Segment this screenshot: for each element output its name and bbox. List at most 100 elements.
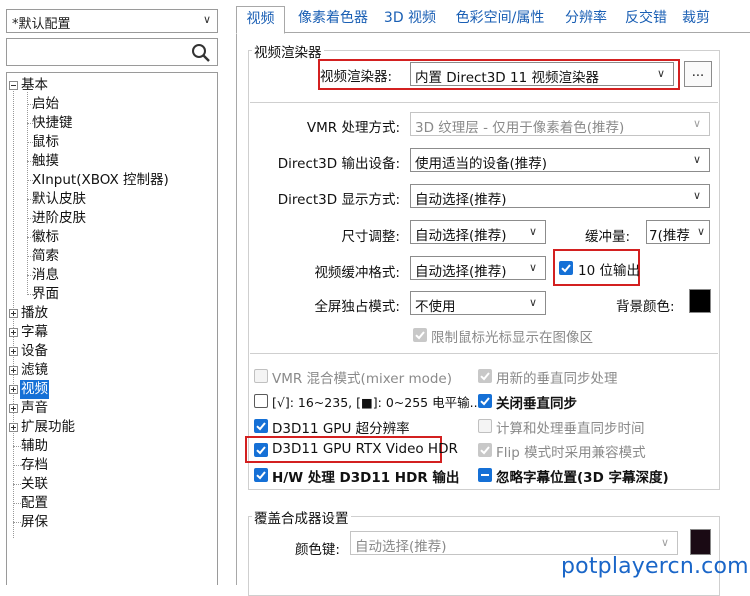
ignore-sub-checkbox[interactable] [478, 468, 492, 482]
buffer-dropdown[interactable]: 7(推荐 ∨ [646, 220, 710, 244]
tree-item-advanced-skin[interactable]: 进阶皮肤 [7, 209, 217, 228]
tree-item-search[interactable]: 简索 [7, 247, 217, 266]
overlay-group-title: 覆盖合成器设置 [252, 507, 351, 527]
tree-item-hotkeys[interactable]: 快捷键 [7, 114, 217, 133]
tab-deinterlace[interactable]: 反交错 [620, 6, 672, 33]
new-vsync-checkbox[interactable] [478, 369, 492, 387]
tree-item-touch[interactable]: 触摸 [7, 152, 217, 171]
resize-label: 尺寸调整: [341, 229, 400, 245]
tree-item-startup[interactable]: 启始 [7, 95, 217, 114]
tab-colorspace[interactable]: 色彩空间/属性 [448, 6, 552, 33]
tree-item-xinput[interactable]: XInput(XBOX 控制器) [7, 171, 217, 190]
tree-item-playback[interactable]: 播放 [7, 304, 217, 323]
tree-item-config[interactable]: 配置 [7, 494, 217, 513]
tree-item-logo[interactable]: 徽标 [7, 228, 217, 247]
tree-item-mouse[interactable]: 鼠标 [7, 133, 217, 152]
d3d-device-dropdown[interactable]: 使用适当的设备(推荐) ∨ [410, 148, 710, 172]
tab-video[interactable]: 视频 [236, 6, 285, 34]
tree-item-devices[interactable]: 设备 [7, 342, 217, 361]
settings-search-input[interactable] [6, 38, 218, 66]
tab-resolution[interactable]: 分辨率 [560, 6, 612, 33]
expand-icon[interactable] [9, 309, 18, 318]
tree-item-interface[interactable]: 界面 [7, 285, 217, 304]
limit-cursor-checkbox[interactable] [413, 328, 427, 346]
checkbox-checked-icon [413, 328, 427, 342]
tab-3d-video[interactable]: 3D 视频 [382, 6, 438, 33]
rtx-hdr-checkbox[interactable] [254, 443, 268, 461]
fullscreen-dropdown[interactable]: 不使用 ∨ [410, 291, 546, 315]
buffer-format-value: 自动选择(推荐) [415, 264, 507, 280]
renderer-value: 内置 Direct3D 11 视频渲染器 [415, 70, 599, 86]
bg-color-label: 背景颜色: [616, 299, 675, 315]
renderer-settings-button[interactable]: ... [684, 61, 712, 87]
ignore-sub-label: 忽略字幕位置(3D 字幕深度) [496, 470, 669, 486]
flip-mode-label: Flip 模式时采用兼容模式 [496, 445, 646, 461]
buffer-format-label: 视频缓冲格式: [314, 265, 400, 281]
checkbox-checked-icon [478, 394, 492, 408]
search-icon [192, 44, 210, 62]
calc-vsync-checkbox[interactable] [478, 419, 492, 437]
checkbox-checked-icon [254, 419, 268, 433]
resize-dropdown[interactable]: 自动选择(推荐) ∨ [410, 220, 546, 244]
tree-item-archive[interactable]: 存档 [7, 456, 217, 475]
tree-item-assist[interactable]: 辅助 [7, 437, 217, 456]
checkbox-unchecked-icon [478, 419, 492, 433]
chevron-down-icon: ∨ [528, 261, 537, 274]
chevron-down-icon: ∨ [202, 13, 211, 26]
buffer-format-dropdown[interactable]: 自动选择(推荐) ∨ [410, 256, 546, 280]
hw-hdr-label: H/W 处理 D3D11 HDR 输出 [272, 470, 460, 486]
tab-crop[interactable]: 裁剪 [682, 6, 750, 33]
tree-item-filters[interactable]: 滤镜 [7, 361, 217, 380]
vsync-off-checkbox[interactable] [478, 394, 492, 412]
profile-selected-label: *默认配置 [12, 17, 71, 32]
d3d11-sr-checkbox[interactable] [254, 419, 268, 437]
settings-tabs: 视频 像素着色器 3D 视频 色彩空间/属性 分辨率 反交错 裁剪 [236, 6, 750, 34]
chevron-down-icon: ∨ [692, 153, 701, 166]
tab-pixel-shader[interactable]: 像素着色器 [294, 6, 372, 33]
tree-item-messages[interactable]: 消息 [7, 266, 217, 285]
expand-icon[interactable] [9, 423, 18, 432]
checkbox-checked-icon [478, 369, 492, 383]
d3d-device-label: Direct3D 输出设备: [277, 156, 400, 172]
ten-bit-checkbox[interactable] [559, 261, 573, 275]
color-key-label: 颜色键: [294, 542, 340, 558]
expand-icon[interactable] [9, 385, 18, 394]
d3d-display-label: Direct3D 显示方式: [277, 192, 400, 208]
tree-item-association[interactable]: 关联 [7, 475, 217, 494]
expand-icon[interactable] [9, 366, 18, 375]
vmr-mode-dropdown[interactable]: 3D 纹理层 - 仅用于像素着色(推荐) ∨ [410, 112, 710, 136]
divider [250, 353, 718, 354]
profile-dropdown[interactable]: *默认配置 ∨ [6, 9, 218, 33]
color-key-dropdown[interactable]: 自动选择(推荐) ∨ [350, 531, 678, 555]
collapse-icon[interactable] [9, 81, 18, 90]
vmr-mode-value: 3D 纹理层 - 仅用于像素着色(推荐) [415, 120, 625, 136]
color-key-swatch[interactable] [690, 529, 711, 555]
hw-hdr-checkbox[interactable] [254, 468, 268, 486]
buffer-label: 缓冲量: [585, 229, 631, 245]
limit-cursor-label: 限制鼠标光标显示在图像区 [431, 330, 593, 346]
tree-item-screensaver[interactable]: 屏保 [7, 513, 217, 532]
d3d-display-value: 自动选择(推荐) [415, 192, 507, 208]
bg-color-swatch[interactable] [689, 289, 711, 313]
buffer-value: 7(推荐 [649, 228, 690, 244]
divider [250, 102, 718, 103]
fullscreen-label: 全屏独占模式: [314, 299, 400, 315]
tree-item-video[interactable]: 视频 [7, 380, 217, 399]
expand-icon[interactable] [9, 347, 18, 356]
tree-item-subtitles[interactable]: 字幕 [7, 323, 217, 342]
levels-checkbox[interactable] [254, 394, 268, 412]
new-vsync-label: 用新的垂直同步处理 [496, 371, 618, 387]
flip-mode-checkbox[interactable] [478, 443, 492, 461]
tree-item-extensions[interactable]: 扩展功能 [7, 418, 217, 437]
chevron-down-icon: ∨ [692, 117, 701, 130]
checkbox-unchecked-icon [254, 394, 268, 408]
chevron-down-icon: ∨ [528, 296, 537, 309]
d3d-display-dropdown[interactable]: 自动选择(推荐) ∨ [410, 184, 710, 208]
tree-item-basic[interactable]: 基本 [7, 76, 217, 95]
expand-icon[interactable] [9, 404, 18, 413]
expand-icon[interactable] [9, 328, 18, 337]
vmr-mix-checkbox[interactable] [254, 369, 268, 387]
tree-item-default-skin[interactable]: 默认皮肤 [7, 190, 217, 209]
renderer-dropdown[interactable]: 内置 Direct3D 11 视频渲染器 ∨ [410, 62, 674, 86]
tree-item-audio[interactable]: 声音 [7, 399, 217, 418]
